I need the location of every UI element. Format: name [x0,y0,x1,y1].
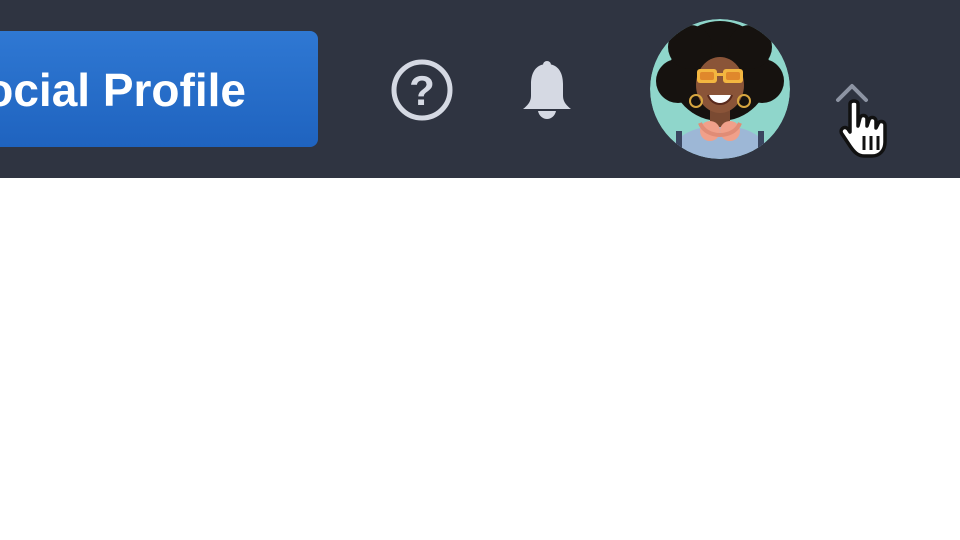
user-avatar[interactable] [650,19,790,159]
question-circle-icon: ? [391,59,453,121]
account-menu-toggle[interactable] [832,80,872,104]
bell-icon [523,61,571,119]
notifications-button[interactable] [518,58,576,122]
avatar-photo [650,19,790,159]
top-navigation-bar: Social Profile ? [0,0,960,178]
hand-pointer-cursor-icon [836,96,900,162]
chevron-up-icon [836,84,868,102]
social-profile-button[interactable]: Social Profile [0,31,318,147]
social-profile-button-label: Social Profile [0,64,246,116]
page-content-area [0,178,960,540]
help-button[interactable]: ? [388,56,456,124]
help-icon-glyph: ? [409,67,435,114]
